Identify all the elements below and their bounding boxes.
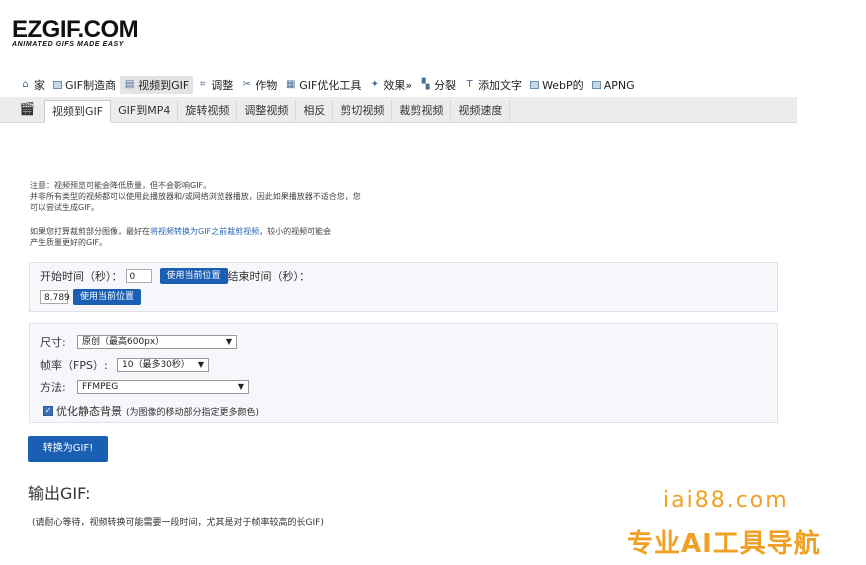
tab-video-speed[interactable]: 视频速度 [451,100,511,121]
home-icon: ⌂ [22,79,29,90]
webp-icon [530,81,540,89]
effects-icon: ✦ [370,79,380,90]
nav-item-crop[interactable]: ✂ 作物 [237,76,281,94]
method-label: 方法: [40,381,66,394]
resize-icon: ⌗ [199,79,206,90]
tab-resize-video[interactable]: 调整视频 [237,100,297,121]
tab-cut-video[interactable]: 剪切视频 [333,100,393,121]
end-time-input[interactable]: 8.789 [40,290,70,304]
nav-label: GIF制造商 [65,79,117,92]
watermark-tagline: 专业AI工具导航 [627,529,821,559]
nav-label: 作物 [255,79,278,92]
note-line: 注意：视频预览可能会降低质量，但不会影响GIF。 [30,181,212,190]
fps-value: 10（最多30秒） [122,360,190,370]
preview-note: 注意：视频预览可能会降低质量，但不会影响GIF。 并非所有类型的视频都可以使用此… [30,180,400,213]
nav-label: WebP的 [542,79,584,92]
nav-label: 家 [34,79,45,92]
nav-label: 添加文字 [478,79,523,92]
crop-icon: ✂ [242,79,251,90]
fps-label: 帧率（FPS）: [40,359,108,372]
end-time-label: 结束时间（秒）： [227,270,311,283]
dropdown-arrow-icon: ▼ [225,337,232,346]
method-value: FFMPEG [82,382,119,392]
tab-rotate-video[interactable]: 旋转视频 [178,100,238,121]
main-nav: ⌂ 家 GIF制造商 ▤ 视频到GIF ⌗ 调整 ✂ 作物 ▦ GIF优化工具 ✦ 效果» … [16,76,639,94]
nav-item-optimize[interactable]: ▦ GIF优化工具 [281,76,365,94]
tab-reverse[interactable]: 相反 [296,100,334,121]
sub-nav: 🎬︎ 视频到GIF GIF到MP4 旋转视频 调整视频 相反 剪切视频 裁剪视频… [0,97,797,123]
nav-item-resize[interactable]: ⌗ 调整 [193,76,237,94]
tab-video-to-gif[interactable]: 视频到GIF [44,100,112,123]
clapperboard-icon: 🎬︎ [19,102,36,117]
nav-item-home[interactable]: ⌂ 家 [16,76,49,94]
nav-item-apng[interactable]: APNG [588,76,639,94]
method-select[interactable]: FFMPEG ▼ [77,380,249,394]
note-line: 可以尝试生成GIF。 [30,203,100,212]
size-select[interactable]: 原创（最高600px） ▼ [77,335,237,349]
crop-tip: 如果您打算裁剪部分图像，最好在将视频转换为GIF之前裁剪视频，较小的视频可能会 … [30,226,400,248]
logo-tagline: ANIMATED GIFS MADE EASY [12,41,125,48]
nav-item-add-text[interactable]: T 添加文字 [460,76,526,94]
size-label: 尺寸: [40,336,66,349]
video-icon: ▤ [124,79,135,90]
crop-video-link[interactable]: 将视频转换为GIF之前裁剪视频 [150,227,259,236]
note-line: 并非所有类型的视频都可以使用此播放器和/或网络浏览器播放，因此如果播放器不适合您… [30,192,361,201]
start-time-input[interactable]: 0 [125,269,152,283]
apng-icon [591,81,601,89]
tip-text: 如果您打算裁剪部分图像，最好在 [30,227,150,236]
nav-label: 分裂 [434,79,457,92]
logo-text: EZGIF.COM [12,16,139,43]
nav-label: APNG [603,78,635,92]
size-value: 原创（最高600px） [82,337,165,347]
output-title: 输出GIF: [28,484,91,503]
dropdown-arrow-icon: ▼ [237,382,244,391]
text-icon: T [466,79,473,90]
nav-label: GIF优化工具 [299,79,362,92]
split-icon: ▚ [421,79,430,90]
nav-label: 视频到GIF [138,79,190,92]
tab-crop-video[interactable]: 裁剪视频 [392,100,452,121]
tab-gif-to-mp4[interactable]: GIF到MP4 [111,100,179,121]
start-time-label: 开始时间（秒）： [40,270,123,283]
fps-select[interactable]: 10（最多30秒） ▼ [117,358,209,372]
time-panel: 开始时间（秒）： 0 使用当前位置 结束时间（秒）： 8.789 使用当前位置 [29,262,778,312]
tip-text: 产生质量更好的GIF。 [30,238,108,247]
image-icon [53,81,62,89]
nav-item-gif-maker[interactable]: GIF制造商 [49,76,120,94]
nav-item-video-to-gif[interactable]: ▤ 视频到GIF [120,76,194,94]
optimize-background-checkbox[interactable]: ✓ [43,406,53,416]
nav-label: 调整 [211,79,234,92]
options-panel: 尺寸: 原创（最高600px） ▼ 帧率（FPS）: 10（最多30秒） ▼ 方法:… [29,323,778,423]
use-current-start-button[interactable]: 使用当前位置 [159,268,228,284]
nav-label: 效果» [383,79,413,92]
use-current-end-button[interactable]: 使用当前位置 [73,289,142,305]
watermark-url: iai88.com [663,488,789,513]
dropdown-arrow-icon: ▼ [197,360,204,369]
nav-item-effects[interactable]: ✦ 效果» [365,76,416,94]
convert-to-gif-button[interactable]: 转换为GIF! [28,436,108,462]
site-logo[interactable]: EZGIF.COM ANIMATED GIFS MADE EASY [12,16,139,49]
optimize-label: 优化静态背景 [56,405,122,418]
tip-text: ，较小的视频可能会 [259,227,332,236]
optimize-hint: (为图像的移动部分指定更多颜色) [126,407,260,418]
nav-item-webp[interactable]: WebP的 [526,76,588,94]
optimize-icon: ▦ [285,79,296,90]
output-note: (请耐心等待，视频转换可能需要一段时间，尤其是对于帧率较高的长GIF) [32,518,324,528]
nav-item-split[interactable]: ▚ 分裂 [416,76,460,94]
